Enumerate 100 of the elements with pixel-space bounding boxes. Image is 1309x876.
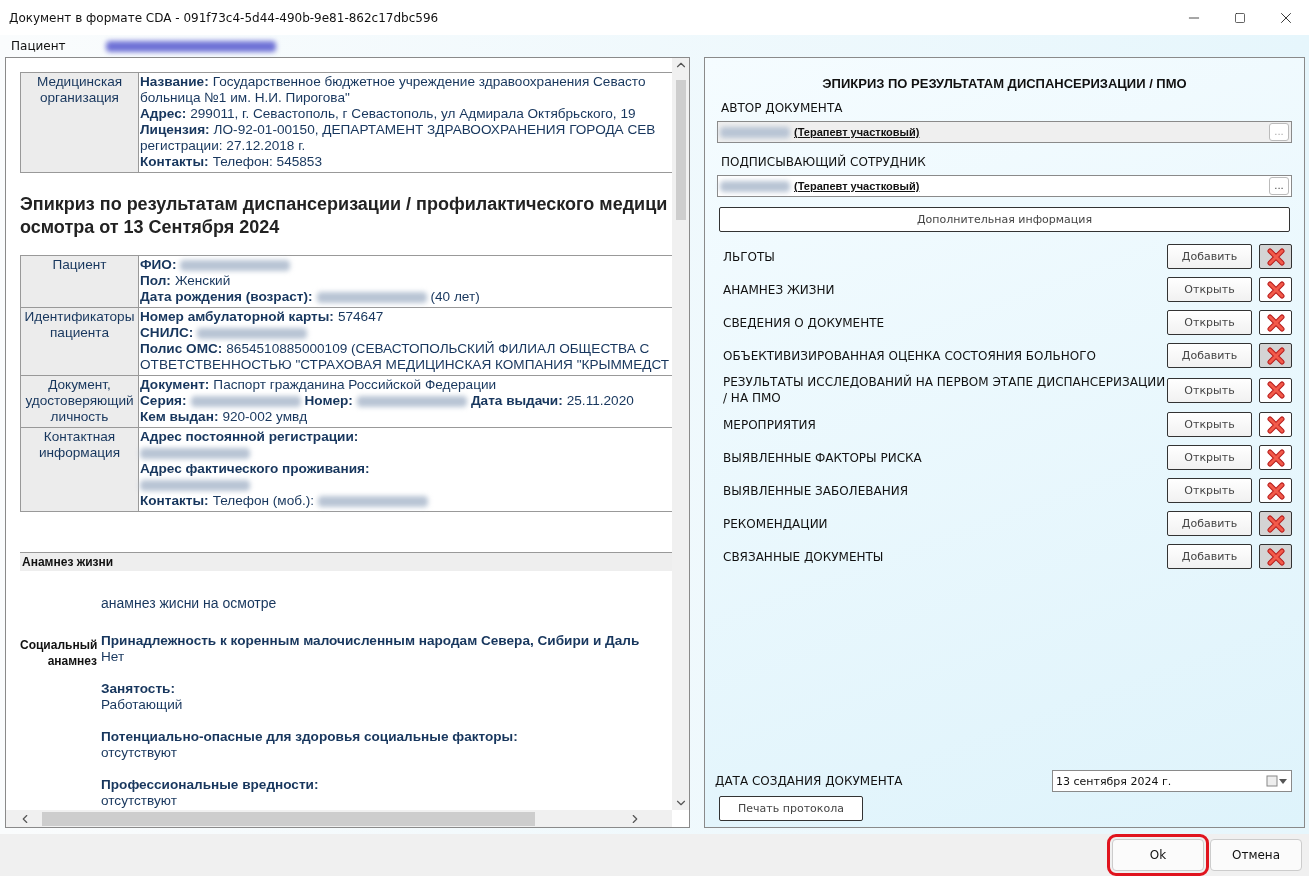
field-value: отсутствуют bbox=[101, 793, 178, 809]
field-value: 574647 bbox=[337, 309, 384, 325]
field-label: Название: bbox=[140, 74, 209, 90]
section-label: СВЕДЕНИЯ О ДОКУМЕНТЕ bbox=[722, 314, 886, 331]
action-button[interactable]: Добавить bbox=[1167, 544, 1252, 569]
section-label: ОБЪЕКТИВИЗИРОВАННАЯ ОЦЕНКА СОСТОЯНИЯ БОЛЬНОГО bbox=[722, 347, 1098, 364]
field-label: Документ: bbox=[140, 377, 210, 393]
field-label: АВТОР ДОКУМЕНТА bbox=[721, 101, 844, 115]
action-button[interactable]: Открыть bbox=[1167, 412, 1252, 437]
row-header: Пациент bbox=[21, 256, 139, 307]
delete-button[interactable] bbox=[1259, 277, 1292, 302]
delete-icon bbox=[1266, 346, 1285, 365]
scrollbar-thumb[interactable] bbox=[675, 80, 686, 220]
field-value: отсутствуют bbox=[101, 745, 178, 761]
section-label: СВЯЗАННЫЕ ДОКУМЕНТЫ bbox=[722, 548, 885, 565]
section-label: РЕЗУЛЬТАТЫ ИССЛЕДОВАНИЙ НА ПЕРВОМ ЭТАПЕ ДИСПАНСЕРИЗАЦИИ / НА ПМО bbox=[722, 374, 1167, 406]
patient-label: Пациент bbox=[11, 39, 66, 53]
delete-icon bbox=[1266, 415, 1285, 434]
section-label: ВЫЯВЛЕННЫЕ ФАКТОРЫ РИСКА bbox=[722, 449, 923, 466]
delete-button[interactable] bbox=[1259, 412, 1292, 437]
action-button[interactable]: Открыть bbox=[1167, 310, 1252, 335]
field-label: ФИО: bbox=[140, 257, 177, 273]
calendar-icon[interactable] bbox=[1266, 775, 1288, 787]
field-label: Занятость: bbox=[101, 681, 176, 697]
panel-title: ЭПИКРИЗ ПО РЕЗУЛЬТАТАМ ДИСПАНСЕРИЗАЦИИ / ПМО bbox=[821, 76, 1188, 91]
field-label: Адрес фактического проживания: bbox=[140, 461, 370, 477]
paragraph: анамнез жисни на осмотре bbox=[101, 595, 278, 611]
section-label: ВЫЯВЛЕННЫЕ ЗАБОЛЕВАНИЯ bbox=[722, 482, 909, 499]
row-header: Идентификаторы пациента bbox=[21, 308, 139, 375]
delete-button[interactable] bbox=[1259, 478, 1292, 503]
section-title: Анамнез жизни bbox=[20, 552, 672, 571]
row-header: Контактная информация bbox=[21, 428, 139, 511]
field-value: Телефон (моб.): bbox=[212, 493, 315, 509]
field-label: Дата выдачи: bbox=[470, 393, 563, 409]
dialog-button[interactable]: Отмена bbox=[1210, 839, 1302, 871]
row-header: Медицинская организация bbox=[21, 73, 139, 172]
field-label: Дата рождения (возраст): bbox=[140, 289, 313, 305]
field-value: Паспорт гражданина Российской Федерации bbox=[213, 377, 497, 393]
delete-icon bbox=[1266, 381, 1285, 399]
delete-button[interactable] bbox=[1259, 377, 1292, 403]
field-label: СНИЛС: bbox=[140, 325, 194, 341]
field-value: ОТВЕТСТВЕННОСТЬЮ "СТРАХОВАЯ МЕДИЦИНСКАЯ КОМПАНИЯ "КРЫММЕДСТ bbox=[140, 357, 670, 373]
date-field[interactable]: 13 сентября 2024 г. bbox=[1052, 770, 1292, 792]
delete-icon bbox=[1266, 514, 1285, 533]
action-button[interactable]: Добавить bbox=[1167, 343, 1252, 368]
action-button[interactable]: Открыть bbox=[1167, 277, 1252, 302]
scrollbar-thumb[interactable] bbox=[42, 811, 535, 826]
field-label: Номер амбулаторной карты: bbox=[140, 309, 334, 325]
field-value: (40 лет) bbox=[430, 289, 480, 305]
more-info-button[interactable]: Дополнительная информация bbox=[719, 207, 1290, 232]
field-value: Работающий bbox=[101, 697, 184, 713]
row-header: Социальный анамнез bbox=[20, 637, 97, 670]
field-label: Номер: bbox=[304, 393, 353, 409]
field-label: ПОДПИСЫВАЮЩИЙ СОТРУДНИК bbox=[721, 155, 927, 169]
field-label: Адрес постоянной регистрации: bbox=[140, 429, 359, 445]
field-label: Принадлежность к коренным малочисленным народам Севера, Сибири и Даль bbox=[101, 633, 640, 649]
field-label: Контакты: bbox=[140, 154, 209, 170]
field-label: ДАТА СОЗДАНИЯ ДОКУМЕНТА bbox=[715, 774, 903, 788]
window-title: Документ в формате CDA - 091f73c4-5d44-490b-9e81-862c17dbc596 bbox=[9, 10, 440, 25]
action-button[interactable]: Открыть bbox=[1167, 445, 1252, 470]
action-button[interactable]: Открыть bbox=[1167, 377, 1252, 403]
field-value: Телефон: 545853 bbox=[212, 154, 322, 170]
field-label: Кем выдан: bbox=[140, 409, 219, 425]
field-value: 8654510885000109 (СЕВАСТОПОЛЬСКИЙ ФИЛИАЛ ОБЩЕСТВА С bbox=[226, 341, 650, 357]
print-button[interactable]: Печать протокола bbox=[719, 796, 863, 821]
delete-button[interactable] bbox=[1259, 445, 1292, 470]
vertical-scrollbar[interactable] bbox=[672, 58, 689, 810]
action-button[interactable]: Добавить bbox=[1167, 244, 1252, 269]
row-header: Документ, удостоверяющий личность bbox=[21, 376, 139, 427]
field-label: Контакты: bbox=[140, 493, 209, 509]
field-value: Государственное бюджетное учреждение здравоохранения Севасто bbox=[212, 74, 646, 90]
field-label: Профессиональные вредности: bbox=[101, 777, 320, 793]
delete-icon bbox=[1266, 481, 1285, 500]
delete-icon bbox=[1266, 280, 1285, 299]
horizontal-scrollbar[interactable] bbox=[6, 810, 672, 827]
section-label: АНАМНЕЗ ЖИЗНИ bbox=[722, 281, 836, 298]
section-label: РЕКОМЕНДАЦИИ bbox=[722, 515, 829, 532]
section-label: ЛЬГОТЫ bbox=[722, 248, 776, 265]
field-value: 25.11.2020 bbox=[566, 393, 634, 409]
delete-icon bbox=[1266, 313, 1285, 332]
field-label: Адрес: bbox=[140, 106, 187, 122]
field-label: Пол: bbox=[140, 273, 171, 289]
field-label: Потенциально-опасные для здоровья социальные факторы: bbox=[101, 729, 519, 745]
employee-field[interactable]: (Терапевт участковый) ... bbox=[717, 175, 1292, 197]
field-label: Полис ОМС: bbox=[140, 341, 223, 357]
delete-icon bbox=[1266, 448, 1285, 467]
field-value: 299011, г. Севастополь, г Севастополь, ул Адмирала Октябрьского, 19 bbox=[190, 106, 636, 122]
field-value: ЛО-92-01-00150, ДЕПАРТАМЕНТ ЗДРАВООХРАНЕНИЯ ГОРОДА СЕВ bbox=[213, 122, 656, 138]
delete-icon bbox=[1266, 247, 1285, 266]
field-value: регистрации: 27.12.2018 г. bbox=[140, 138, 306, 154]
delete-icon bbox=[1266, 547, 1285, 566]
action-button[interactable]: Добавить bbox=[1167, 511, 1252, 536]
field-label: Серия: bbox=[140, 393, 187, 409]
field-value: больница №1 им. Н.И. Пирогова" bbox=[140, 90, 350, 106]
action-button[interactable]: Открыть bbox=[1167, 478, 1252, 503]
section-label: МЕРОПРИЯТИЯ bbox=[722, 416, 817, 433]
delete-button[interactable] bbox=[1259, 310, 1292, 335]
field-value: 920-002 умвд bbox=[222, 409, 308, 425]
field-value: Женский bbox=[174, 273, 231, 289]
document-heading: Эпикриз по результатам диспансеризации / профилактического медици осмотра от 13 Сентября 2024 bbox=[20, 193, 669, 239]
